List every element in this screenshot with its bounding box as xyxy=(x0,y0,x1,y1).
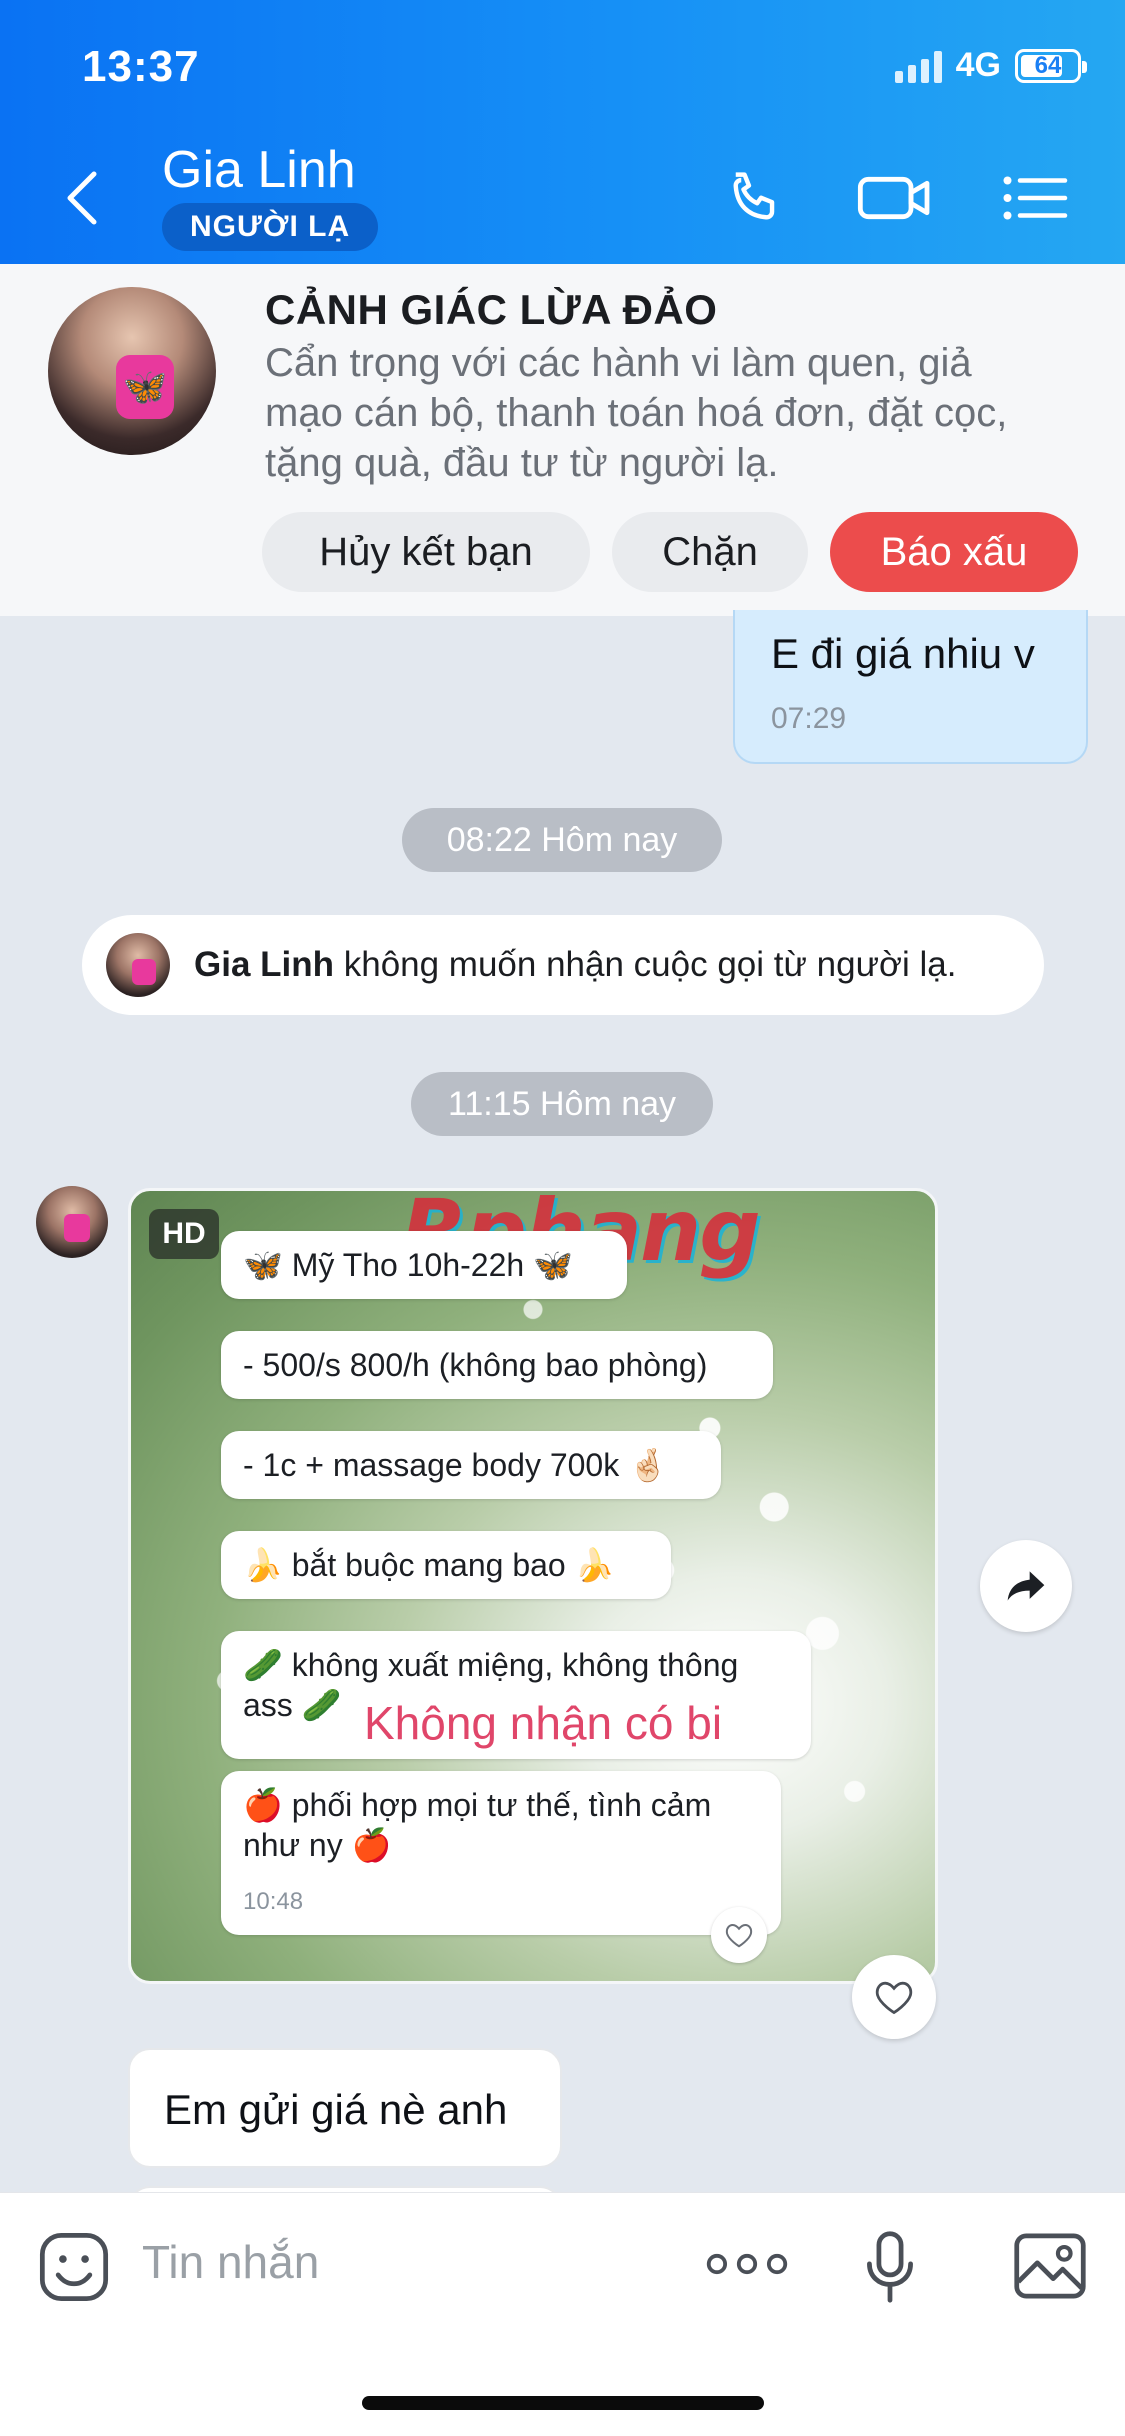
date-separator: 08:22 Hôm nay xyxy=(402,808,722,872)
share-button[interactable] xyxy=(980,1540,1072,1632)
price-line: 🦋 Mỹ Tho 10h-22h 🦋 xyxy=(221,1231,627,1299)
network-type: 4G xyxy=(955,46,1001,84)
chat-header: 13:37 4G 64 Gia Linh NGƯỜI LẠ xyxy=(0,0,1125,264)
overlay-text: Không nhận có bi xyxy=(364,1697,723,1749)
warning-title: CẢNH GIÁC LỪA ĐẢO xyxy=(265,286,718,333)
battery-icon: 64 xyxy=(1015,48,1087,83)
microphone-icon[interactable] xyxy=(862,2229,918,2305)
outgoing-message[interactable]: E đi giá nhiu v 07:29 xyxy=(733,610,1088,764)
inner-time: 10:48 xyxy=(243,1888,304,1915)
incoming-message[interactable]: Em gửi giá nè anh xyxy=(128,2048,562,2168)
contact-avatar[interactable]: 🦋 xyxy=(48,287,216,455)
menu-list-icon[interactable] xyxy=(1000,165,1070,231)
message-time: 07:29 xyxy=(771,702,847,735)
battery-level: 64 xyxy=(1034,51,1062,79)
image-icon[interactable] xyxy=(1012,2231,1088,2301)
message-input[interactable]: Tin nhắn xyxy=(142,2235,319,2289)
sticker-icon[interactable] xyxy=(36,2229,112,2305)
phone-icon[interactable] xyxy=(722,165,788,231)
warning-line: Cẩn trọng với các hành vi làm quen, giả xyxy=(265,341,972,385)
butterfly-sticker-icon: 🦋 xyxy=(116,355,174,419)
date-separator: 11:15 Hôm nay xyxy=(411,1072,713,1136)
warning-line: tặng quà, đầu tư từ người lạ. xyxy=(265,441,779,485)
sender-avatar[interactable] xyxy=(36,1186,108,1258)
more-icon[interactable] xyxy=(706,2249,788,2279)
back-icon[interactable] xyxy=(62,168,102,228)
report-button[interactable]: Báo xấu xyxy=(830,512,1078,592)
stranger-badge: NGƯỜI LẠ xyxy=(162,203,379,251)
warning-line: mạo cán bộ, thanh toán hoá đơn, đặt cọc, xyxy=(265,391,1008,435)
heart-icon xyxy=(875,1981,913,2015)
heart-icon xyxy=(711,1907,767,1963)
video-call-icon[interactable] xyxy=(855,165,935,231)
home-indicator[interactable] xyxy=(362,2396,764,2410)
signal-icon xyxy=(894,49,942,83)
notice-text: không muốn nhận cuộc gọi từ người lạ. xyxy=(334,945,957,984)
price-line: 🍌 bắt buộc mang bao 🍌 xyxy=(221,1531,671,1599)
notice-name: Gia Linh xyxy=(194,945,334,984)
status-indicators: 4G 64 xyxy=(894,46,1087,85)
contact-name[interactable]: Gia Linh xyxy=(162,140,356,200)
status-time: 13:37 xyxy=(82,42,200,91)
price-line: - 1c + massage body 700k 🤞🏻 xyxy=(221,1431,721,1499)
call-restriction-notice: Gia Linh không muốn nhận cuộc gọi từ ngư… xyxy=(82,915,1044,1015)
share-icon xyxy=(1007,1571,1045,1601)
avatar xyxy=(106,933,170,997)
price-line: 🍎 phối hợp mọi tư thế, tình cảm như ny 🍎 xyxy=(221,1771,781,1935)
price-line: - 500/s 800/h (không bao phòng) xyxy=(221,1331,773,1399)
message-text: Em gửi giá nè anh xyxy=(164,2086,508,2133)
warning-text: Cẩn trọng với các hành vi làm quen, giả … xyxy=(265,338,1085,488)
photo-message[interactable]: HD Rphang 🦋 Mỹ Tho 10h-22h 🦋 - 500/s 800… xyxy=(128,1188,938,1984)
block-button[interactable]: Chặn xyxy=(612,512,808,592)
hd-badge: HD xyxy=(149,1209,219,1259)
message-text: E đi giá nhiu v xyxy=(771,630,1035,677)
react-heart-button[interactable] xyxy=(852,1955,936,2039)
unfriend-button[interactable]: Hủy kết bạn xyxy=(262,512,590,592)
